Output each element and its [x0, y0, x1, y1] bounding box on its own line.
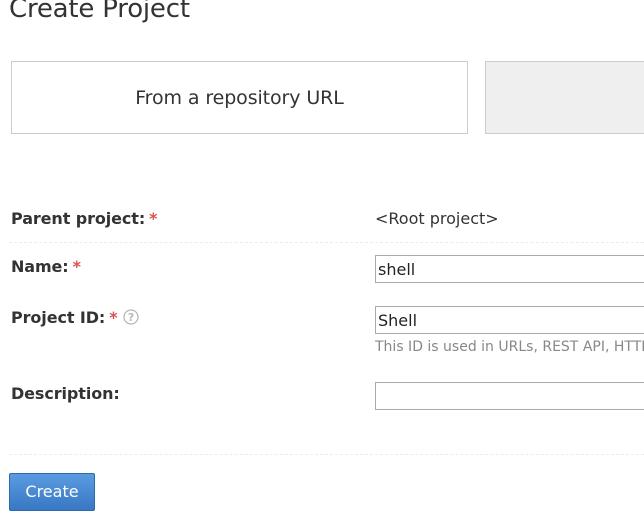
create-project-page: Create Project From a repository URL Par… — [0, 0, 644, 531]
required-marker: * — [149, 209, 158, 228]
parent-project-label-group: Parent project: * — [11, 209, 158, 228]
project-id-hint: This ID is used in URLs, REST API, HTTP — [375, 339, 644, 355]
name-label-group: Name: * — [11, 257, 81, 276]
other-source-option[interactable] — [485, 61, 644, 134]
description-label-group: Description: — [11, 384, 120, 403]
page-title: Create Project — [9, 0, 190, 24]
name-label: Name: — [11, 257, 69, 276]
from-repository-url-label: From a repository URL — [135, 87, 344, 109]
parent-project-label: Parent project: — [11, 209, 146, 228]
description-input[interactable] — [375, 382, 644, 410]
required-marker: * — [72, 257, 81, 276]
description-label: Description: — [11, 384, 120, 403]
question-circle-icon[interactable]: ? — [123, 309, 140, 325]
name-input[interactable] — [375, 255, 644, 283]
row-divider — [9, 242, 644, 243]
svg-text:?: ? — [128, 311, 134, 324]
from-repository-url-option[interactable]: From a repository URL — [11, 61, 468, 134]
project-id-label-group: Project ID: *? — [11, 308, 140, 327]
parent-project-value: <Root project> — [375, 209, 499, 228]
project-id-input[interactable] — [375, 306, 644, 334]
create-button[interactable]: Create — [9, 473, 95, 511]
required-marker: * — [109, 308, 118, 327]
form-footer-divider — [9, 454, 644, 455]
project-id-label: Project ID: — [11, 308, 106, 327]
